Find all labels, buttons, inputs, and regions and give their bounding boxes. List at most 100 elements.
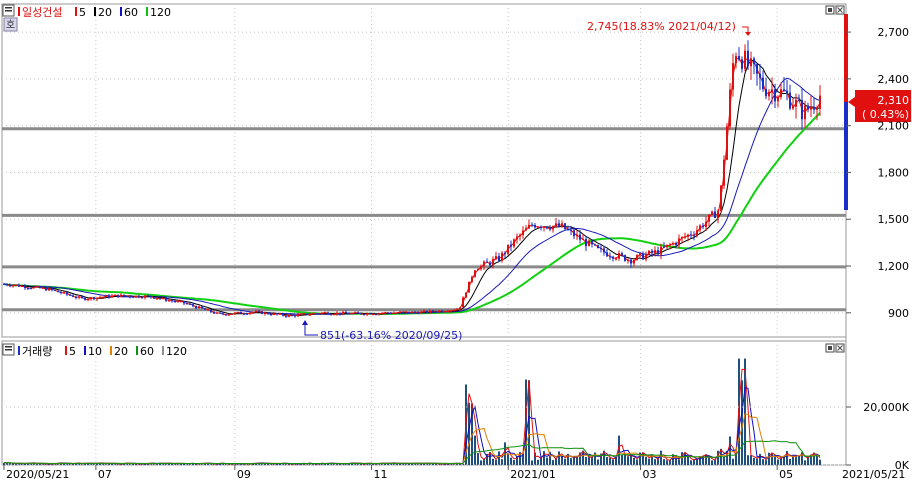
candle-body [36, 286, 38, 288]
candle-body [792, 106, 794, 109]
volume-bar [762, 459, 764, 465]
candle-body [126, 295, 128, 297]
candle-body [132, 296, 134, 298]
candle-body [222, 313, 224, 315]
candle-body [27, 288, 29, 290]
volume-bar [510, 457, 512, 465]
candle-body [267, 312, 269, 315]
legend-label: 120 [166, 345, 187, 358]
volume-bar [795, 455, 797, 465]
candle-body [669, 244, 671, 246]
candle-body [429, 310, 431, 313]
volume-bar [723, 456, 725, 465]
candle-body [63, 292, 65, 294]
candle-body [282, 313, 284, 316]
candle-body [387, 312, 389, 314]
candle-body [114, 294, 116, 296]
candle-body [540, 226, 542, 228]
price-tick-label: 1,200 [878, 260, 910, 273]
candle-body [759, 73, 761, 78]
candle-body [687, 234, 689, 237]
candle-body [15, 284, 17, 286]
candle-body [774, 89, 776, 102]
candle-body [423, 310, 425, 312]
volume-bar [774, 456, 776, 465]
volume-bar [819, 459, 821, 465]
candle-body [621, 253, 623, 256]
volume-bar [15, 464, 17, 466]
legend-swatch [162, 346, 164, 355]
candle-body [636, 255, 638, 261]
volume-bar [633, 457, 635, 465]
candle-body [195, 306, 197, 309]
volume-bar [498, 451, 500, 465]
candle-body [198, 306, 200, 309]
volume-bar [537, 459, 539, 465]
candle-body [21, 285, 23, 287]
volume-bar [777, 459, 779, 465]
candle-body [66, 292, 68, 295]
candle-body [102, 296, 104, 298]
candle-body [111, 295, 113, 298]
candle-body [660, 246, 662, 255]
candle-body [54, 289, 56, 291]
candle-body [135, 295, 137, 298]
candle-body [321, 312, 323, 314]
candle-body [432, 310, 434, 312]
candle-body [48, 288, 50, 291]
candle-body [480, 266, 482, 270]
candle-body [684, 236, 686, 238]
volume-bar [477, 453, 479, 465]
candle-body [474, 270, 476, 277]
volume-bar [609, 457, 611, 465]
candle-body [372, 314, 374, 316]
x-tick-label: 2020/05/21 [6, 468, 69, 481]
volume-bar [804, 460, 806, 465]
candle-body [744, 50, 746, 69]
volume-title: 거래량 [22, 345, 52, 358]
volume-bar [621, 454, 623, 465]
legend-swatch [136, 346, 138, 355]
candle-body [618, 253, 620, 259]
volume-bar [606, 456, 608, 465]
legend-label: 5 [79, 6, 86, 19]
legend-swatch [120, 7, 122, 16]
volume-bar [657, 459, 659, 465]
candle-body [129, 295, 131, 297]
candle-body [273, 313, 275, 315]
candle-body [729, 89, 731, 127]
legend-swatch [94, 7, 96, 16]
candle-body [720, 185, 722, 211]
volume-bar [771, 452, 773, 465]
candle-body [258, 311, 260, 313]
candle-body [534, 225, 536, 228]
candle-body [417, 312, 419, 314]
volume-bar [324, 463, 326, 465]
candle-body [399, 311, 401, 313]
candle-body [507, 244, 509, 254]
candle-body [255, 311, 257, 313]
candle-body [600, 248, 602, 250]
candle-body [60, 292, 62, 294]
candle-body [672, 242, 674, 245]
current-price-up-bar [844, 14, 848, 102]
candle-body [663, 246, 665, 248]
candle-body [405, 311, 407, 313]
current-price-down-bar [844, 102, 848, 210]
candle-body [192, 304, 194, 307]
candle-body [339, 312, 341, 315]
candle-body [315, 313, 317, 315]
candle-body [702, 225, 704, 227]
candle-body [3, 283, 5, 285]
candle-body [279, 313, 281, 315]
candle-body [408, 311, 410, 314]
candle-body [747, 50, 749, 67]
candle-body [609, 256, 611, 258]
candle-body [666, 244, 668, 248]
volume-bar [711, 460, 713, 465]
candle-body [633, 260, 635, 264]
price-y-axis: 2,700 2,400 2,100 1,800 1,500 1,200 900 [846, 26, 909, 320]
candle-body [813, 106, 815, 110]
volume-bar [495, 460, 497, 465]
candle-body [492, 259, 494, 266]
